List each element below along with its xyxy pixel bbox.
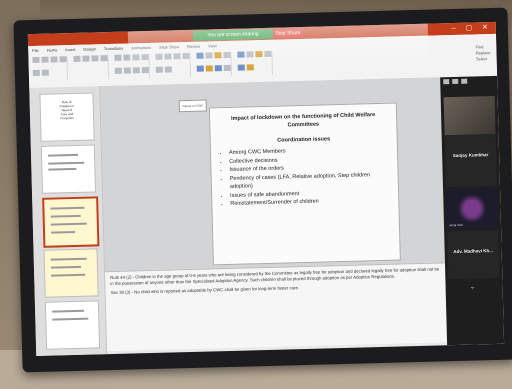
participant-video[interactable]: Jairaj Sahi [446, 187, 499, 230]
monitor: You are screen sharing Stop Share – ▢ ✕ … [13, 7, 512, 373]
thumb-text: Protection [60, 115, 74, 121]
thumb-line [48, 167, 77, 171]
more-icon[interactable] [461, 78, 468, 84]
drawing-group[interactable] [196, 51, 232, 77]
stop-share-button[interactable]: Stop Share [272, 27, 304, 39]
slide-thumbnail[interactable] [43, 248, 99, 298]
participant-name: Sanjay Kumbhar [452, 152, 489, 159]
pin-icon[interactable] [452, 78, 459, 85]
thumb-line [50, 214, 81, 218]
tab-home[interactable]: Home [47, 47, 58, 52]
tab-view[interactable]: View [208, 43, 217, 48]
meeting-video-panel: Sanjay Kumbhar Jairaj Sahi Adv. Madhavi … [440, 75, 505, 346]
thumb-line [48, 161, 85, 165]
screen: You are screen sharing Stop Share – ▢ ✕ … [27, 21, 505, 357]
chevron-down-icon[interactable]: ⌄ [469, 283, 476, 291]
thumb-line [52, 317, 89, 321]
slide-editing-area: Impact on CWC Impact of lockdown on the … [100, 77, 445, 272]
tab-slideshow[interactable]: Slide Show [159, 44, 179, 50]
clipboard-group[interactable] [32, 56, 69, 82]
slides-group[interactable] [73, 55, 110, 80]
current-slide[interactable]: Impact of lockdown on the functioning of… [208, 102, 401, 266]
thumb-line [50, 265, 81, 269]
participant-name: Adv. Madhavi Kh... [453, 248, 494, 255]
quick-styles-group[interactable] [237, 50, 273, 76]
slide-thumbnail[interactable] [40, 144, 97, 194]
thumb-line [50, 222, 87, 226]
small-slide-box[interactable]: Impact on CWC [178, 99, 207, 113]
font-group[interactable] [114, 53, 151, 79]
tab-review[interactable]: Review [187, 44, 200, 49]
tab-transitions[interactable]: Transitions [104, 46, 124, 52]
speaker-notes[interactable]: Rule 44 (2) - Children in the age group … [105, 262, 448, 352]
editing-group: Find Replace Select [476, 44, 491, 62]
thumb-line [50, 257, 87, 261]
thumb-line [52, 309, 85, 313]
tab-animations[interactable]: Animations [131, 45, 151, 51]
slide-thumbnail[interactable] [44, 300, 101, 350]
thumb-line [51, 230, 76, 234]
slide-title: Impact of lockdown on the functioning of… [230, 112, 376, 129]
thumb-line [50, 206, 85, 210]
video-panel-header [440, 76, 497, 86]
participant-tile[interactable]: Adv. Madhavi Kh... [447, 229, 500, 280]
paragraph-group[interactable] [155, 52, 192, 78]
tab-insert[interactable]: Insert [65, 47, 75, 52]
participant-video[interactable] [443, 95, 496, 136]
slide-subtitle: Coordination issues [277, 136, 331, 144]
slide-thumbnail-selected[interactable] [42, 196, 100, 248]
participant-tile[interactable]: Sanjay Kumbhar [444, 133, 497, 188]
grid-view-icon[interactable] [443, 79, 450, 85]
thumb-line [48, 153, 79, 157]
tab-design[interactable]: Design [83, 46, 96, 51]
sharing-status: You are screen sharing [192, 28, 274, 41]
slide-bullet-list: Among CWC Members Collective decisions I… [219, 145, 390, 209]
thumb-line [51, 273, 86, 277]
slide-thumbnail-pane: Role of Children in Need of Care and Pro… [29, 86, 108, 357]
slide-thumbnail[interactable]: Role of Children in Need of Care and Pro… [39, 92, 95, 142]
window-controls[interactable]: – ▢ ✕ [451, 23, 491, 32]
participant-name-small: Jairaj Sahi [448, 222, 464, 228]
tab-file[interactable]: File [32, 48, 39, 53]
select-button[interactable]: Select [476, 56, 491, 62]
